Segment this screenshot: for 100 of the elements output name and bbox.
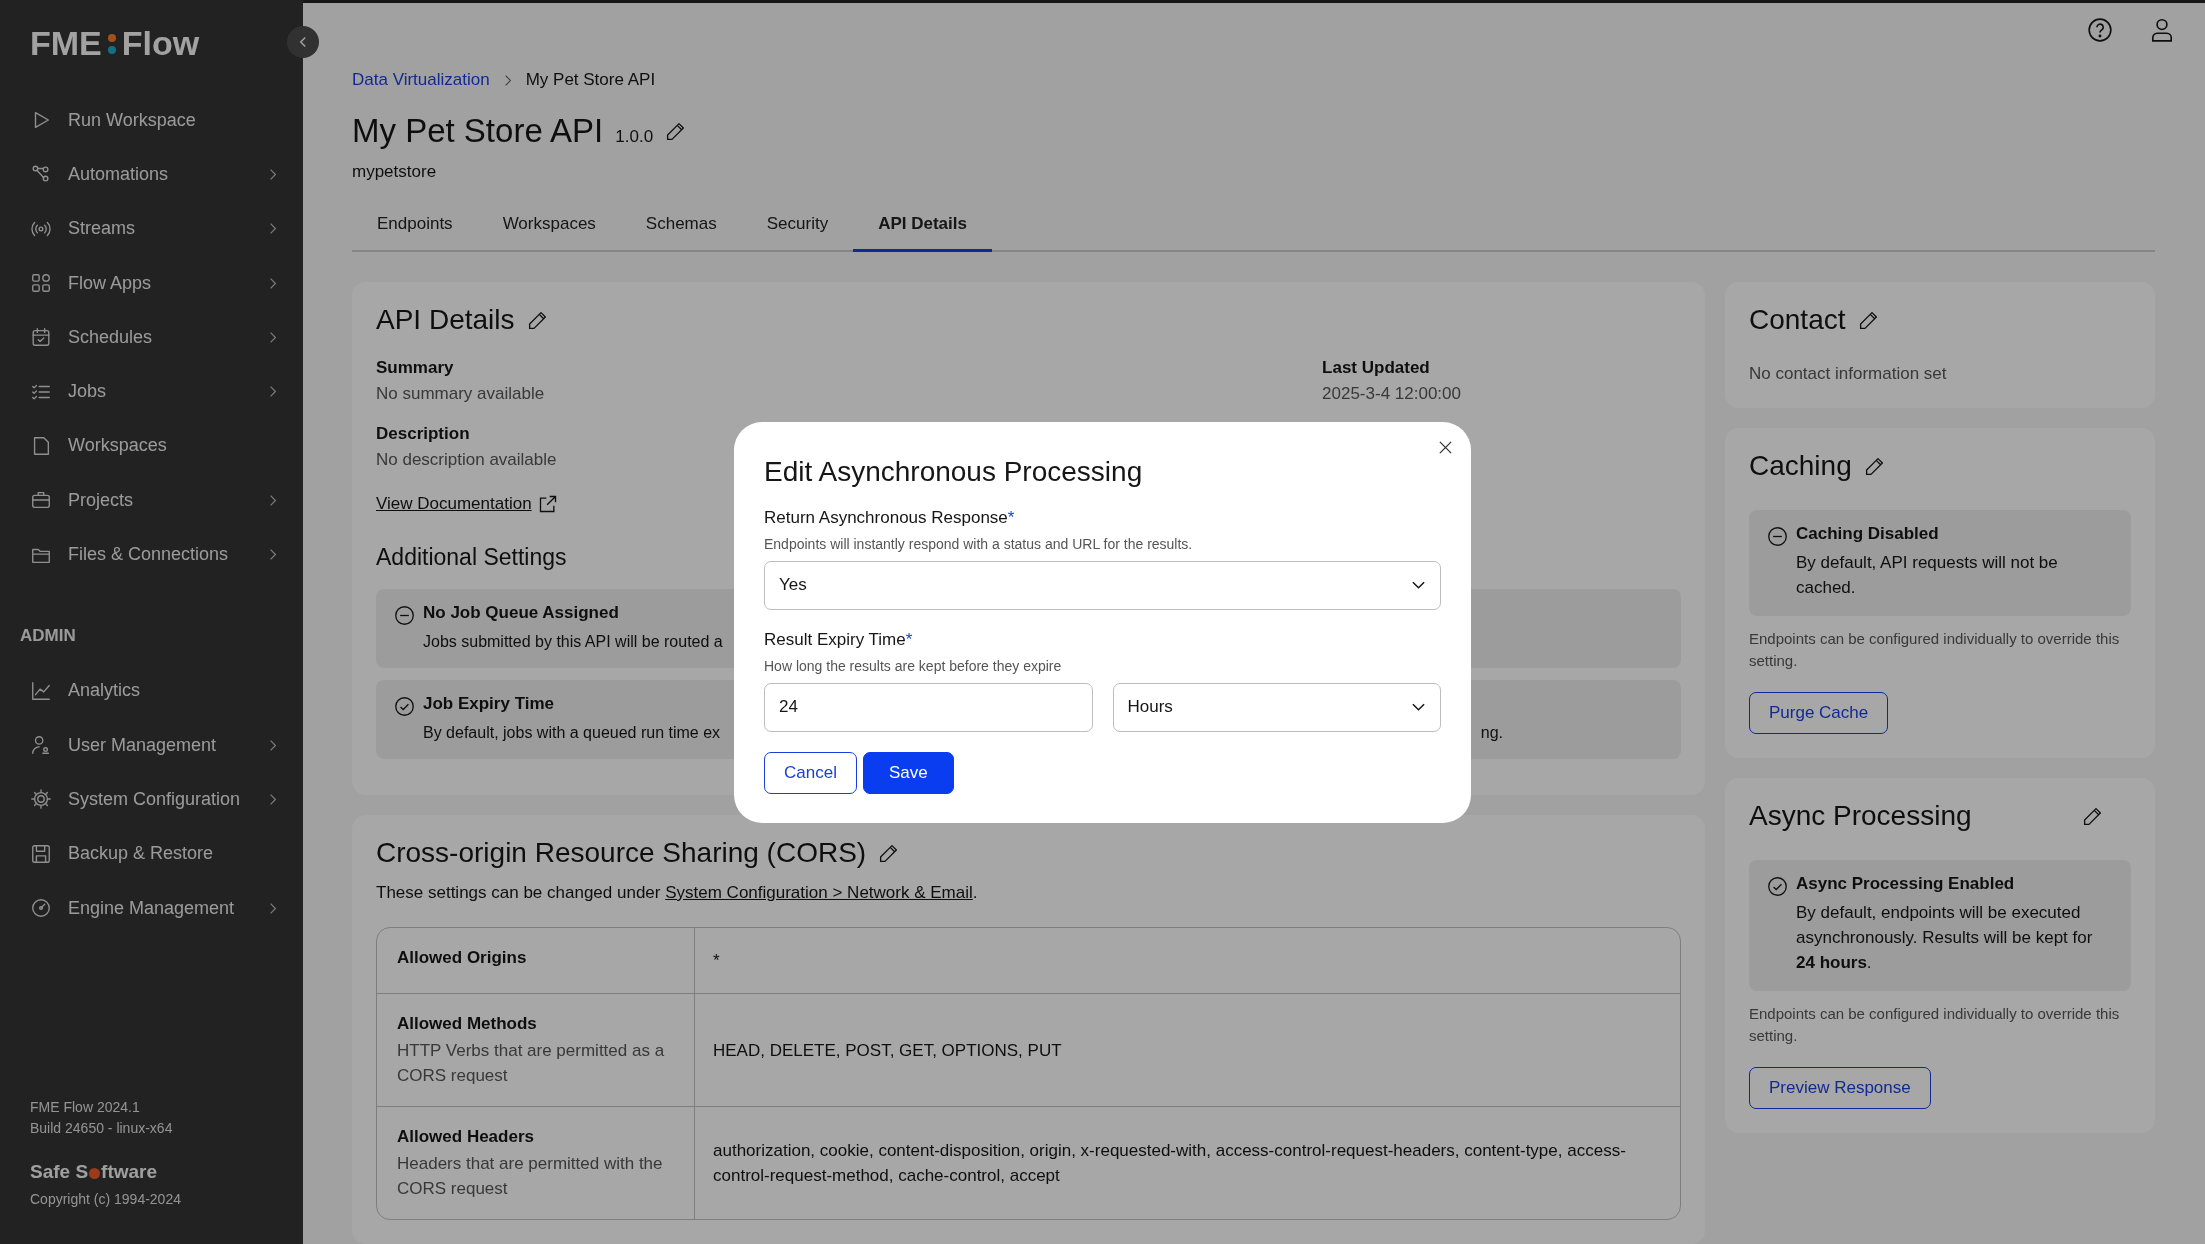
row-description: HTTP Verbs that are permitted as a CORS request [397,1040,666,1087]
nav-item[interactable]: Projects [0,473,303,528]
line-chart-icon [30,679,52,702]
card-title: Caching [1749,450,1852,482]
setting-text: Jobs submitted by this API will be routed a [423,632,723,652]
pencil-icon[interactable] [1857,309,1879,331]
field-value: No summary available [376,384,546,404]
nav-item[interactable]: Workspaces [0,418,303,474]
chevron-down-icon [1411,702,1426,712]
card-note: Endpoints can be configured individually to override this setting. [1749,1004,2121,1046]
nav-item[interactable]: Flow Apps [0,255,303,311]
field-label: Result Expiry Time* [764,629,914,650]
nav-item[interactable]: Run Workspace [0,93,303,148]
row-name: Allowed Methods [397,1014,538,1034]
chevron-right-icon [269,901,277,915]
tab[interactable]: Security [741,204,854,252]
save-button[interactable]: Save [862,751,954,794]
section-heading: ADMIN [20,625,76,646]
tab[interactable]: Schemas [620,204,742,252]
safe-software-logo: Safe S ftware [30,1161,158,1183]
api-slug: mypetstore [352,162,438,182]
card-title: Contact [1749,304,1846,336]
nav-item[interactable]: Streams [0,201,303,256]
chevron-down-icon [1411,580,1426,590]
card-title: API Details [376,304,515,336]
outline-button[interactable]: Purge Cache [1749,692,1889,734]
nav-item[interactable]: Engine Management [0,880,303,936]
pencil-icon[interactable] [665,120,687,142]
setting-title: Job Expiry Time [423,694,554,714]
chevron-right-icon [269,493,277,507]
chevron-right-icon [269,385,277,399]
chevron-right-icon [269,276,277,290]
pencil-icon[interactable] [1863,455,1885,477]
nav-item[interactable]: System Configuration [0,772,303,827]
field-value: 2025-3-4 12:00:00 [1322,384,1461,404]
version-label: 1.0.0 [615,127,654,147]
card-note: Endpoints can be configured individually to override this setting. [1749,629,2121,671]
build-text: Build 24650 - linux-x64 [30,1119,173,1138]
field-label: Summary [376,358,455,378]
status-title: Async Processing Enabled [1796,874,2015,894]
tab[interactable]: API Details [853,204,992,252]
cancel-button[interactable]: Cancel [764,751,857,794]
calendar-icon [30,326,52,349]
nav-item[interactable]: Automations [0,147,303,202]
fme-flow-logo: FME Flow [30,24,200,63]
outline-button[interactable]: Preview Response [1749,1067,1931,1109]
pencil-icon[interactable] [526,309,548,331]
table-cell-text: * [713,950,720,972]
gauge-icon [30,897,52,919]
chevron-right-icon [269,792,277,806]
version-text: FME Flow 2024.1 [30,1098,140,1117]
cors-note: These settings can be changed under System Configuration > Network & Email. [376,883,979,903]
contact-text: No contact information set [1749,364,1948,384]
section-title: Additional Settings [376,544,567,571]
select-field[interactable]: Yes [764,560,1441,610]
chevron-right-icon [269,548,277,561]
field-label: Description [376,424,471,444]
status-text: By default, endpoints will be executed asynchronously. Results will be kept for 24 hours. [1796,902,2094,974]
copyright-text: Copyright (c) 1994-2024 [30,1190,181,1209]
status-text: By default, API requests will not be cached. [1796,552,2059,599]
documentation-link[interactable]: View Documentation [376,494,532,514]
select-field[interactable]: Hours [1112,682,1441,732]
setting-text: By default, jobs with a queued run time ex [423,723,721,743]
table-cell-text: authorization, cookie, content-disposition, origin, x-requested-with, access-control-request-headers, content-type, access-control-request-method, cache-control, accept [713,1140,1627,1187]
user-gear-icon [30,734,52,757]
setting-text: ng. [1480,723,1503,743]
input-field[interactable]: 24 [764,682,1093,732]
row-name: Allowed Headers [397,1127,535,1147]
field-hint: How long the results are kept before they expire [764,657,1063,674]
tab[interactable]: Endpoints [352,204,478,252]
nav-item[interactable]: User Management [0,717,303,773]
chevron-right-icon [269,222,277,236]
nav-item[interactable]: Backup & Restore [0,826,303,881]
page-title: My Pet Store API [352,112,604,150]
chevron-right-icon [269,330,277,344]
close-icon[interactable] [1438,439,1453,455]
chevron-right-icon [269,167,277,181]
chevron-right-icon [269,738,277,752]
external-link-icon[interactable] [537,494,558,514]
table-cell-text: HEAD, DELETE, POST, GET, OPTIONS, PUT [713,1039,1062,1062]
nav-item[interactable]: Jobs [0,364,303,419]
help-icon[interactable] [2087,16,2113,43]
nav-item[interactable]: Analytics [0,663,303,718]
breadcrumb-link[interactable]: Data Virtualization [352,70,490,90]
pencil-icon[interactable] [2082,805,2103,827]
breadcrumb-current: My Pet Store API [525,70,656,90]
gear-icon [30,788,52,811]
pencil-icon[interactable] [878,842,900,864]
settings-link[interactable]: System Configuration > Network & Email [665,883,973,902]
chevron-left-icon [299,36,307,48]
modal-title: Edit Asynchronous Processing [764,455,1144,488]
nav-item[interactable]: Schedules [0,310,303,365]
grid-icon [30,272,52,295]
field-hint: Endpoints will instantly respond with a status and URL for the results. [764,535,1194,552]
nav-item[interactable]: Files & Connections [0,527,303,582]
row-description: Headers that are permitted with the CORS request [397,1153,664,1200]
user-icon[interactable] [2149,16,2175,43]
row-name: Allowed Origins [397,948,528,968]
card-title: Async Processing [1749,800,1972,832]
tab[interactable]: Workspaces [477,204,621,252]
